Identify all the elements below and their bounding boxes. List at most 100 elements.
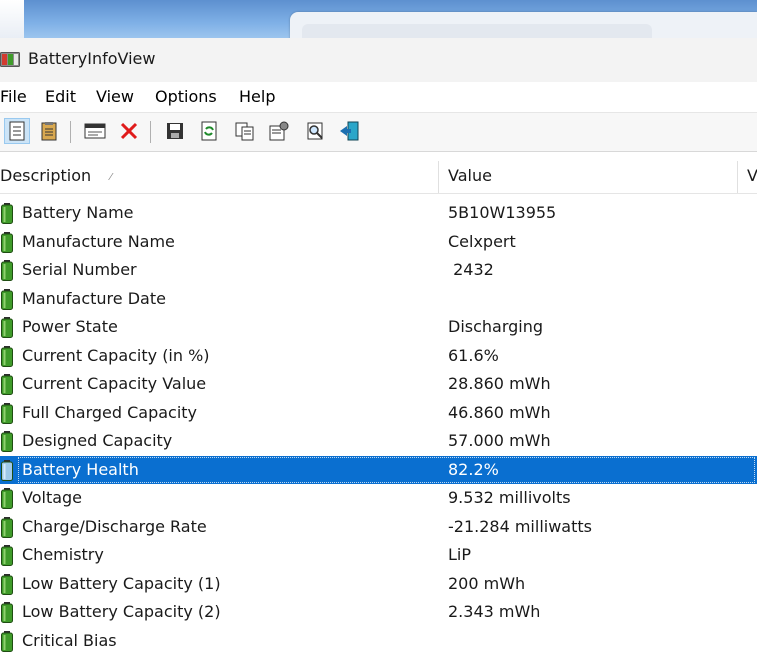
row-description: Battery Name <box>22 203 134 222</box>
toolbar-separator <box>150 121 151 143</box>
battery-icon <box>1 260 13 281</box>
row-description: Current Capacity (in %) <box>22 345 210 365</box>
properties-window-icon <box>84 123 106 139</box>
row-description: Battery Health <box>22 459 139 479</box>
list-row[interactable]: Critical Bias <box>0 627 757 655</box>
row-value: Celxpert <box>448 231 516 251</box>
row-value: 9.532 millivolts <box>448 488 571 507</box>
save-button[interactable] <box>162 118 188 144</box>
delete-button[interactable] <box>116 118 142 144</box>
list-row[interactable]: Power State Discharging <box>0 313 757 341</box>
row-description: Critical Bias <box>22 630 117 650</box>
battery-icon <box>1 573 13 595</box>
row-value: 28.860 mWh <box>448 374 551 393</box>
battery-icon <box>1 630 13 652</box>
list-row[interactable]: Voltage 9.532 millivolts <box>0 484 757 512</box>
column-header-value[interactable]: Value <box>448 159 492 193</box>
sort-ascending-icon: ⁄ <box>110 172 112 183</box>
battery-info-list[interactable]: Description ⁄ Value V Battery Name 5B10W1… <box>0 159 757 657</box>
column-header-extra[interactable]: V <box>747 159 757 193</box>
exit-icon <box>340 121 359 141</box>
column-divider[interactable] <box>438 161 439 193</box>
battery-icon <box>1 231 13 253</box>
row-description: Low Battery Capacity (1) <box>22 573 221 593</box>
refresh-button[interactable] <box>196 118 222 144</box>
battery-icon <box>1 488 13 509</box>
row-description: Voltage <box>22 488 83 507</box>
delete-icon <box>120 122 138 140</box>
title-bar[interactable]: BatteryInfoView <box>0 38 757 82</box>
row-description: Manufacture Name <box>22 231 175 251</box>
battery-icon <box>1 317 13 338</box>
row-description: Full Charged Capacity <box>22 402 198 422</box>
row-value: 2432 <box>448 260 494 279</box>
row-description: Charge/Discharge Rate <box>22 516 207 536</box>
list-row[interactable]: Current Capacity Value 28.860 mWh <box>0 370 757 398</box>
row-value: 200 mWh <box>448 573 526 593</box>
find-button[interactable] <box>303 118 329 144</box>
row-value: 2.343 mWh <box>448 602 541 621</box>
row-value: 61.6% <box>448 345 499 365</box>
list-row[interactable]: Low Battery Capacity (1) 200 mWh <box>0 570 757 598</box>
toolbar-separator <box>70 121 71 143</box>
html-report-button[interactable] <box>4 118 30 144</box>
row-value: 82.2% <box>448 459 499 479</box>
list-row[interactable]: Charge/Discharge Rate -21.284 milliwatts <box>0 513 757 541</box>
menu-options[interactable]: Options <box>155 87 217 106</box>
html-report-icon <box>9 121 25 141</box>
row-value: -21.284 milliwatts <box>448 516 592 536</box>
battery-icon <box>1 203 13 224</box>
clipboard-icon <box>41 122 57 141</box>
list-row[interactable]: Serial Number 2432 <box>0 256 757 284</box>
list-row[interactable]: Battery Name 5B10W13955 <box>0 199 757 227</box>
properties-button[interactable] <box>266 118 292 144</box>
battery-icon <box>1 516 13 538</box>
battery-icon <box>1 431 13 452</box>
properties-window-button[interactable] <box>82 118 108 144</box>
menu-edit[interactable]: Edit <box>45 87 76 106</box>
row-description: Power State <box>22 317 118 336</box>
row-value: 57.000 mWh <box>448 431 551 450</box>
menu-bar: File Edit View Options Help <box>0 82 757 113</box>
list-row[interactable]: Chemistry LiP <box>0 541 757 569</box>
battery-icon <box>1 545 13 566</box>
copy-icon <box>235 122 254 141</box>
toolbar <box>0 113 757 152</box>
save-icon <box>167 123 183 139</box>
row-value: 46.860 mWh <box>448 402 551 422</box>
app-window: BatteryInfoView File Edit View Options H… <box>0 38 757 657</box>
row-value: LiP <box>448 545 472 564</box>
menu-view[interactable]: View <box>96 87 134 106</box>
window-title: BatteryInfoView <box>28 49 156 68</box>
menu-help[interactable]: Help <box>239 87 275 106</box>
background-window-edge <box>0 0 24 38</box>
list-row[interactable]: Low Battery Capacity (2) 2.343 mWh <box>0 598 757 626</box>
exit-button[interactable] <box>336 118 362 144</box>
battery-icon <box>1 459 13 481</box>
row-description: Designed Capacity <box>22 431 173 450</box>
app-battery-icon <box>0 52 20 67</box>
row-value: Discharging <box>448 317 544 336</box>
list-row[interactable]: Battery Health 82.2% <box>0 455 757 484</box>
list-row[interactable]: Designed Capacity 57.000 mWh <box>0 427 757 455</box>
list-header: Description ⁄ Value V <box>0 159 757 194</box>
battery-icon <box>1 374 13 395</box>
row-description: Manufacture Date <box>22 288 166 308</box>
clipboard-button[interactable] <box>36 118 62 144</box>
copy-button[interactable] <box>232 118 258 144</box>
list-row[interactable]: Full Charged Capacity 46.860 mWh <box>0 399 757 427</box>
refresh-icon <box>201 121 217 141</box>
row-description: Serial Number <box>22 260 137 279</box>
find-icon <box>307 122 323 140</box>
column-divider[interactable] <box>737 161 738 193</box>
row-value: 5B10W13955 <box>448 203 557 222</box>
battery-icon <box>1 288 13 310</box>
row-description: Low Battery Capacity (2) <box>22 602 221 621</box>
list-row[interactable]: Current Capacity (in %) 61.6% <box>0 342 757 370</box>
list-row[interactable]: Manufacture Name Celxpert <box>0 228 757 256</box>
row-description: Chemistry <box>22 545 104 564</box>
properties-icon <box>269 121 289 141</box>
menu-file[interactable]: File <box>0 87 27 106</box>
list-row[interactable]: Manufacture Date <box>0 285 757 313</box>
column-header-description[interactable]: Description <box>0 159 91 193</box>
